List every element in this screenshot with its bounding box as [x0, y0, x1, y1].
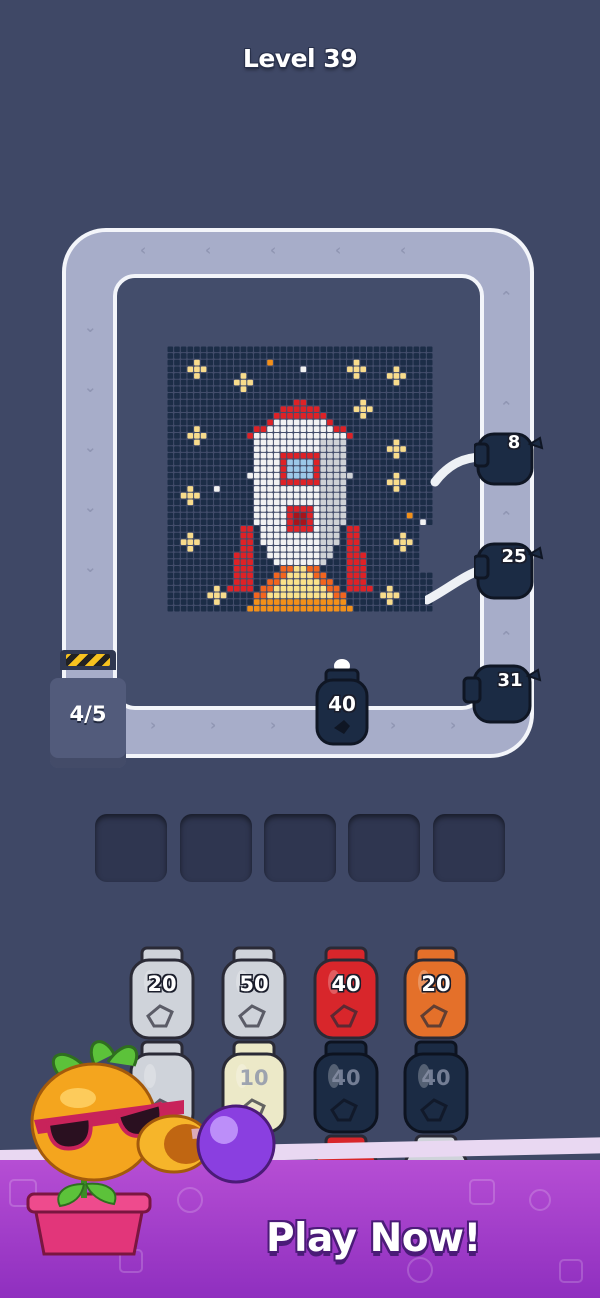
- pixel-art-rocket: [167, 346, 433, 612]
- empty-slot[interactable]: [95, 814, 167, 882]
- shelf-can[interactable]: 20: [402, 946, 470, 1042]
- play-now-button[interactable]: Play Now!: [266, 1216, 481, 1261]
- shelf-can-value: 50: [239, 972, 269, 996]
- track-arrow-icon: ›: [150, 716, 157, 734]
- track-arrow-icon: ‹: [205, 241, 212, 259]
- empty-slot[interactable]: [264, 814, 336, 882]
- track-arrow-icon: ⌃: [500, 398, 513, 416]
- track-arrow-icon: ⌄: [84, 438, 97, 456]
- track-arrow-icon: ⌄: [84, 498, 97, 516]
- track-arrow-icon: ⌃: [500, 628, 513, 646]
- shelf-can[interactable]: 50: [220, 946, 288, 1042]
- shooter-can[interactable]: 8: [472, 424, 544, 488]
- shelf-can[interactable]: 40: [402, 1040, 470, 1136]
- shooter-can-value: 25: [501, 546, 527, 567]
- track-arrow-icon: ⌃: [500, 288, 513, 306]
- track-arrow-icon: ⌄: [84, 318, 97, 336]
- empty-slot[interactable]: [433, 814, 505, 882]
- shelf-can-value: 40: [331, 972, 361, 996]
- track-arrow-icon: ⌃: [500, 508, 513, 526]
- can-dispenser[interactable]: 4/5: [48, 650, 128, 770]
- shelf-can[interactable]: 40: [312, 946, 380, 1042]
- shooter-can[interactable]: 31: [462, 660, 544, 726]
- track-arrow-icon: ›: [270, 716, 277, 734]
- shooter-can-value: 31: [497, 670, 523, 691]
- shelf-can-value: 20: [421, 972, 451, 996]
- shooter-can[interactable]: 25: [472, 540, 544, 604]
- track-arrow-icon: ‹: [140, 241, 147, 259]
- shelf-can-value: 40: [331, 1066, 361, 1090]
- level-title: Level 39: [242, 44, 358, 73]
- track-arrow-icon: ›: [210, 716, 217, 734]
- track-arrow-icon: ‹: [270, 241, 277, 259]
- shelf-can-value: 20: [147, 972, 177, 996]
- track-arrow-icon: ‹: [400, 241, 407, 259]
- shelf-can-value: 40: [421, 1066, 451, 1090]
- shelf-can[interactable]: 20: [128, 946, 196, 1042]
- shooter-can-value: 40: [328, 692, 356, 716]
- empty-slot[interactable]: [348, 814, 420, 882]
- shelf-can[interactable]: 40: [312, 1040, 380, 1136]
- track-arrow-icon: ⌄: [84, 558, 97, 576]
- track-arrow-icon: ›: [390, 716, 397, 734]
- dispenser-counter: 4/5: [69, 702, 107, 726]
- track-arrow-icon: ›: [450, 716, 457, 734]
- plant-mascot-icon: [26, 1040, 276, 1256]
- shooter-can-value: 8: [507, 432, 521, 453]
- track-arrow-icon: ‹: [335, 241, 342, 259]
- hazard-stripes: [66, 654, 110, 666]
- track-arrow-icon: ⌄: [84, 378, 97, 396]
- empty-slot[interactable]: [180, 814, 252, 882]
- shooter-can[interactable]: 40: [314, 658, 370, 748]
